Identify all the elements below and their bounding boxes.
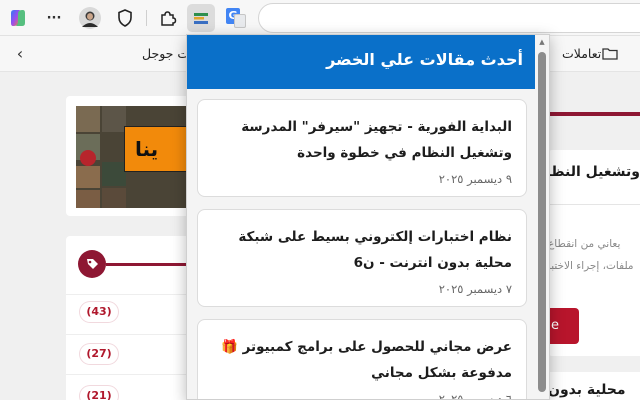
bookmark-item-google[interactable]: ت جوجل [142, 46, 189, 61]
popup-scrollbar[interactable]: ▲ [535, 35, 549, 399]
banner-card: ينا [66, 96, 190, 216]
google-translate-button[interactable]: G [222, 4, 250, 32]
google-translate-icon: G [226, 8, 246, 28]
profile-button[interactable] [76, 4, 104, 32]
next-article-heading: محلية بدون [548, 372, 640, 400]
article-card: وتشغيل النظا يعاني من انقطاع ملفات، إجرا… [548, 150, 640, 356]
more-button[interactable]: ··· [40, 4, 68, 32]
count-badge: (21) [80, 386, 118, 400]
article-item[interactable]: عرض مجاني للحصول على برامج كمبيوتر 🎁 مدف… [197, 319, 527, 400]
tracking-prevention-button[interactable] [111, 4, 139, 32]
tag-icon [78, 250, 106, 278]
popup-header: أحدث مقالات علي الخضر [187, 35, 537, 89]
bookmark-item-transactions[interactable]: تعاملات [562, 46, 601, 61]
article-snippet-line: يعاني من انقطاع [548, 238, 621, 250]
article-heading: وتشغيل النظا [548, 164, 640, 180]
chevron-left-icon[interactable]: ‹ [12, 45, 28, 63]
count-badge: (43) [80, 302, 118, 322]
copilot-button[interactable] [4, 4, 32, 32]
toolbar-divider [146, 10, 147, 26]
article-item[interactable]: البداية الفورية - تجهيز "سيرفر" المدرسة … [197, 99, 527, 197]
section-divider [106, 263, 190, 266]
count-badge: (27) [80, 344, 118, 364]
article-title[interactable]: البداية الفورية - تجهيز "سيرفر" المدرسة … [212, 114, 512, 166]
article-date: ٩ ديسمبر ٢٠٢٥ [438, 172, 512, 186]
popup-title: أحدث مقالات علي الخضر [326, 50, 523, 69]
article-item[interactable]: نظام اختبارات إلكتروني بسيط على شبكة محل… [197, 209, 527, 307]
more-icon: ··· [46, 10, 62, 26]
address-bar[interactable] [258, 3, 640, 33]
shield-icon [118, 9, 132, 27]
extensions-puzzle-icon [161, 11, 177, 26]
article-title[interactable]: نظام اختبارات إلكتروني بسيط على شبكة محل… [212, 224, 512, 276]
news-extension-button[interactable] [187, 4, 215, 32]
scroll-up-arrow-icon[interactable]: ▲ [538, 38, 546, 46]
article-title[interactable]: عرض مجاني للحصول على برامج كمبيوتر 🎁 مدف… [212, 334, 512, 386]
copilot-icon [11, 10, 25, 26]
banner-button[interactable]: ينا [124, 126, 190, 172]
article-snippet-line: ملفات، إجراء الاختبا [548, 260, 634, 272]
read-more-button[interactable]: e [548, 308, 579, 344]
news-extension-icon [194, 13, 208, 24]
browser-toolbar: ··· G [0, 0, 640, 36]
extension-popup: أحدث مقالات علي الخضر البداية الفورية - … [186, 34, 550, 400]
article-date: ٦ ديسمبر ٢٠٢٥ [438, 392, 512, 400]
article-date: ٧ ديسمبر ٢٠٢٥ [438, 282, 512, 296]
profile-avatar-icon [79, 7, 101, 29]
header-rule [550, 112, 640, 116]
scrollbar-thumb[interactable] [538, 52, 546, 392]
extensions-button[interactable] [154, 4, 182, 32]
folder-icon [602, 47, 618, 63]
